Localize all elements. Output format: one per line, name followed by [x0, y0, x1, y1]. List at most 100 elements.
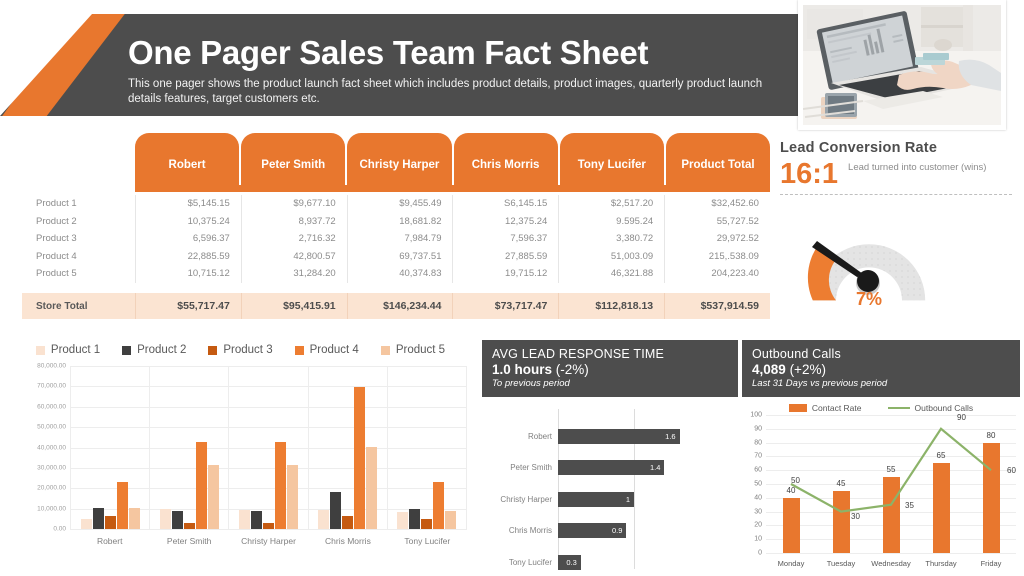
table-cell: 6,596.37	[135, 230, 241, 248]
bar	[80, 518, 92, 529]
legend-swatch-product-1	[35, 345, 45, 355]
table-col-header: Tony Lucifer	[559, 133, 664, 185]
avg-lead-response-sub: To previous period	[492, 378, 570, 389]
table-cell: 31,284.20	[240, 265, 347, 283]
bar	[782, 497, 800, 553]
resp-bar-rows: Robert 1.6 Peter Smith 1.4 Christy Harper 1 Ch…	[482, 405, 738, 575]
product-sales-chart: Product 1 Product 2 Product 3 Product 4 …	[8, 340, 473, 570]
total-cell: $95,415.91	[240, 293, 347, 319]
bar	[366, 446, 378, 529]
y-axis-label: 60,000.00	[37, 403, 66, 411]
legend-label: Contact Rate	[811, 403, 862, 413]
line-data-label: 50	[791, 476, 800, 485]
legend-label: Product 4	[309, 344, 359, 356]
outbound-bar-group	[866, 415, 916, 553]
total-cell: $73,717.47	[452, 293, 558, 319]
table-cell: 55,727.52	[664, 212, 770, 230]
legend-swatch-product-5	[380, 345, 390, 355]
bar	[263, 522, 274, 529]
lead-conversion-panel: Lead Conversion Rate 16:1 Lead turned in…	[780, 140, 1012, 332]
laptop-photo-illustration	[803, 5, 1001, 125]
table-row: Product 4 22,885.59 42,800.57 69,737.51 …	[22, 247, 770, 265]
outbound-x-labels: Monday Tuesday Wednesday Thursday Friday	[766, 555, 1016, 575]
lead-divider	[780, 194, 1012, 195]
bar-group	[70, 366, 151, 529]
bar	[183, 523, 195, 529]
bar-chart-legend: Product 1 Product 2 Product 3 Product 4 …	[8, 340, 473, 356]
table-cell: $5,145.15	[135, 195, 241, 213]
bar	[882, 477, 900, 553]
y-axis-label: 60	[754, 466, 762, 474]
table-cell: 9.595.24	[558, 212, 664, 230]
y-axis-label: 70	[754, 452, 762, 460]
resp-bar-label: Tony Lucifer	[508, 557, 552, 567]
bar	[207, 465, 219, 529]
table-total-row: Store Total $55,717.47 $95,415.91 $146,2…	[22, 293, 770, 319]
table-cell: 40,374.83	[346, 265, 453, 283]
resp-bar: 0.3	[558, 554, 581, 570]
legend-swatch-product-4	[294, 345, 304, 355]
y-axis-label: 50,000.00	[37, 423, 66, 431]
table-row: Product 5 10,715.12 31,284.20 40,374.83 …	[22, 265, 770, 283]
outbound-calls-metric: 4,089 (+2%)	[752, 362, 1010, 377]
metric-value: 4,089	[752, 362, 786, 377]
total-cell: $112,818.13	[558, 293, 664, 319]
resp-bar-row: Peter Smith 1.4	[482, 455, 738, 481]
x-axis-label: Tuesday	[826, 559, 856, 568]
table-body: Product 1 $5,145.15 $9,677.10 $9,455.49 …	[22, 195, 770, 289]
table-cell: 22,885.59	[135, 247, 241, 265]
x-axis-label: Thursday	[925, 559, 957, 568]
lead-conversion-description: Lead turned into customer (wins)	[848, 162, 987, 173]
page-subtitle: This one pager shows the product launch …	[128, 78, 763, 105]
bar	[92, 507, 104, 529]
gauge-value-label: 7%	[855, 289, 882, 309]
resp-bar-row: Tony Lucifer 0.3	[482, 549, 738, 575]
bar	[397, 511, 409, 529]
legend-label: Product 3	[223, 344, 273, 356]
table-cell: $9,455.49	[346, 195, 453, 213]
gridline	[70, 529, 467, 530]
resp-bar: 1	[558, 491, 634, 507]
table-cell: 215,.538.09	[664, 247, 770, 265]
total-cell: $537,914.59	[664, 293, 770, 319]
y-axis-label: 30	[754, 508, 762, 516]
legend-swatch-product-2	[122, 345, 132, 355]
header-text-block: One Pager Sales Team Fact Sheet This one…	[128, 34, 788, 107]
lead-conversion-title: Lead Conversion Rate	[780, 140, 938, 156]
table-header-underline	[135, 185, 770, 192]
row-label: Product 2	[36, 215, 77, 227]
line-data-label: 30	[851, 511, 860, 521]
legend-item-outbound-calls: Outbound Calls	[887, 403, 973, 413]
y-axis-label: 10	[754, 535, 762, 543]
bar	[195, 441, 207, 529]
table-cell: $9,677.10	[240, 195, 347, 213]
y-axis-label: 30,000.00	[37, 464, 66, 472]
y-axis-label: 40,000.00	[37, 444, 66, 451]
table-cell: 10,715.12	[135, 265, 241, 283]
metric-delta: (-2%)	[555, 362, 589, 377]
y-axis-label: 50	[754, 480, 762, 488]
bar-group	[150, 366, 230, 529]
bar	[239, 509, 250, 529]
bar-data-label: 55	[886, 465, 896, 475]
avg-lead-response-panel: AVG LEAD RESPONSE TIME 1.0 hours (-2%) T…	[482, 340, 738, 570]
bar	[171, 510, 183, 529]
bar	[251, 511, 262, 529]
table-cell: 7,984.79	[346, 230, 453, 248]
legend-swatch-outbound-calls	[887, 407, 910, 409]
table-cell: 204,223.40	[664, 265, 770, 283]
resp-bar: 1.4	[558, 460, 665, 475]
table-cell: 8,937.72	[240, 212, 347, 230]
bar	[275, 441, 286, 529]
outbound-bar-group	[916, 415, 966, 553]
resp-bar-row: Robert 1.6	[482, 423, 738, 449]
resp-bar-row: Christy Harper 1	[482, 486, 738, 512]
resp-bar: 0.9	[558, 523, 627, 538]
table-cell: 10,375.24	[135, 212, 241, 230]
legend-swatch-product-3	[208, 345, 218, 355]
y-axis-label: 0	[758, 549, 762, 557]
bar-data-label: 80	[986, 430, 996, 440]
table-col-header: Robert	[135, 133, 240, 185]
legend-item: Product 2	[122, 344, 186, 356]
laptop-typing-photo	[803, 5, 1001, 125]
